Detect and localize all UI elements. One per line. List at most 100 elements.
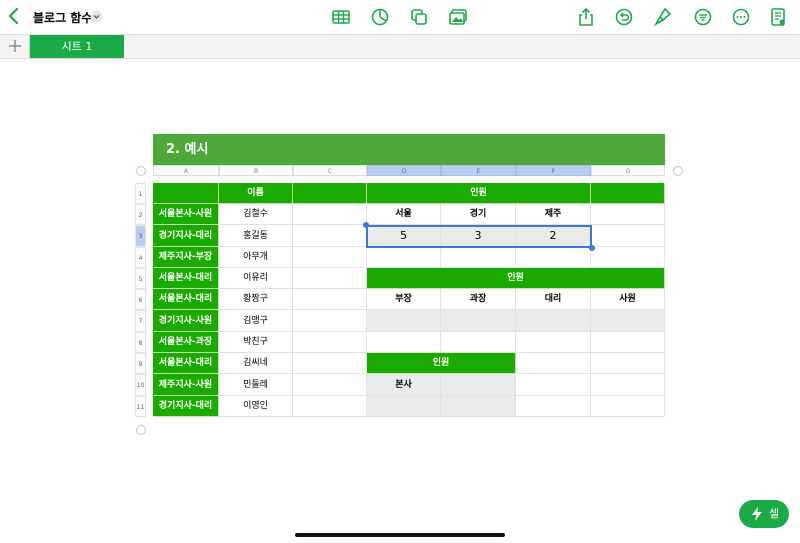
column-header-f[interactable]: F — [516, 165, 591, 176]
row-header-6[interactable]: 6 — [135, 289, 146, 310]
cell-c8[interactable] — [293, 332, 367, 353]
row-header-3[interactable]: 3 — [135, 225, 146, 247]
column-header-c[interactable]: C — [293, 165, 367, 176]
row-header-4[interactable]: 4 — [135, 247, 146, 268]
cell-d3[interactable]: 5 — [367, 225, 441, 247]
row-header-1[interactable]: 1 — [135, 183, 146, 204]
cell-d6[interactable]: 부장 — [367, 289, 441, 310]
cell-g10[interactable] — [591, 374, 665, 396]
cell-e11[interactable] — [441, 396, 516, 417]
cell-d5-merged[interactable]: 인원 — [367, 268, 665, 289]
cell-g3[interactable] — [591, 225, 665, 247]
table-icon[interactable] — [331, 7, 351, 27]
cell-f3[interactable]: 2 — [516, 225, 591, 247]
share-icon[interactable] — [576, 7, 596, 27]
cell-g6[interactable]: 사원 — [591, 289, 665, 310]
undo-icon[interactable] — [614, 7, 634, 27]
cell-b1[interactable]: 이름 — [219, 183, 293, 204]
row-header-9[interactable]: 9 — [135, 353, 146, 374]
cell-a3[interactable]: 경기지사-대리 — [153, 225, 219, 247]
cell-g7[interactable] — [591, 310, 665, 332]
cell-e2[interactable]: 경기 — [441, 204, 516, 225]
cell-c7[interactable] — [293, 310, 367, 332]
cell-c11[interactable] — [293, 396, 367, 417]
cell-c10[interactable] — [293, 374, 367, 396]
cell-g2[interactable] — [591, 204, 665, 225]
cell-a2[interactable]: 서울본사-사원 — [153, 204, 219, 225]
cell-e4[interactable] — [441, 247, 516, 268]
cell-d11[interactable] — [367, 396, 441, 417]
cell-d1-merged[interactable]: 인원 — [367, 183, 591, 204]
cell-a9[interactable]: 서울본사-대리 — [153, 353, 219, 374]
cell-b11[interactable]: 이영인 — [219, 396, 293, 417]
cell-b8[interactable]: 박친구 — [219, 332, 293, 353]
table-select-handle[interactable] — [136, 166, 146, 176]
cell-a7[interactable]: 경기지사-사원 — [153, 310, 219, 332]
cell-d8[interactable] — [367, 332, 441, 353]
cell-action-button[interactable]: 셀 — [739, 500, 789, 528]
cell-d2[interactable]: 서울 — [367, 204, 441, 225]
column-header-a[interactable]: A — [153, 165, 219, 176]
chart-icon[interactable] — [370, 7, 390, 27]
cell-b3[interactable]: 홍길동 — [219, 225, 293, 247]
row-header-7[interactable]: 7 — [135, 310, 146, 332]
cell-d7[interactable] — [367, 310, 441, 332]
back-chevron-icon[interactable] — [6, 6, 22, 26]
cell-c1[interactable] — [293, 183, 367, 204]
cell-b9[interactable]: 김씨네 — [219, 353, 293, 374]
column-add-handle[interactable] — [673, 166, 683, 176]
cell-a4[interactable]: 제주지사-부장 — [153, 247, 219, 268]
cell-f10[interactable] — [516, 374, 591, 396]
cell-g1[interactable] — [591, 183, 665, 204]
cell-b6[interactable]: 황짱구 — [219, 289, 293, 310]
cell-c4[interactable] — [293, 247, 367, 268]
column-header-e[interactable]: E — [441, 165, 516, 176]
cell-b4[interactable]: 아무개 — [219, 247, 293, 268]
row-header-10[interactable]: 10 — [135, 374, 146, 396]
add-sheet-plus-icon[interactable] — [7, 38, 23, 54]
cell-f7[interactable] — [516, 310, 591, 332]
table-title[interactable]: 2. 예시 — [153, 134, 665, 165]
document-setup-icon[interactable] — [768, 7, 788, 27]
cell-c6[interactable] — [293, 289, 367, 310]
cell-b2[interactable]: 김철수 — [219, 204, 293, 225]
cell-a6[interactable]: 서울본사-대리 — [153, 289, 219, 310]
cell-e3[interactable]: 3 — [441, 225, 516, 247]
cell-b10[interactable]: 민들레 — [219, 374, 293, 396]
format-brush-icon[interactable] — [653, 7, 673, 27]
row-header-11[interactable]: 11 — [135, 396, 146, 417]
column-header-g[interactable]: G — [591, 165, 665, 176]
cell-e10[interactable] — [441, 374, 516, 396]
cell-f9[interactable] — [516, 353, 591, 374]
cell-f6[interactable]: 대리 — [516, 289, 591, 310]
cell-a10[interactable]: 제주지사-사원 — [153, 374, 219, 396]
cell-c2[interactable] — [293, 204, 367, 225]
shape-icon[interactable] — [409, 7, 429, 27]
row-header-8[interactable]: 8 — [135, 332, 146, 353]
row-header-2[interactable]: 2 — [135, 204, 146, 225]
cell-b7[interactable]: 김맹구 — [219, 310, 293, 332]
cell-a1[interactable] — [153, 183, 219, 204]
cell-f11[interactable] — [516, 396, 591, 417]
row-header-5[interactable]: 5 — [135, 268, 146, 289]
cell-f4[interactable] — [516, 247, 591, 268]
organize-icon[interactable] — [693, 7, 713, 27]
column-header-d[interactable]: D — [367, 165, 441, 176]
row-add-handle[interactable] — [136, 425, 146, 435]
cell-g8[interactable] — [591, 332, 665, 353]
cell-a11[interactable]: 경기지사-대리 — [153, 396, 219, 417]
document-title[interactable]: 블로그 함수 — [33, 9, 92, 26]
title-chevron-down-icon[interactable] — [90, 10, 103, 23]
sheet-tab-1[interactable]: 시트 1 — [30, 35, 124, 58]
cell-g4[interactable] — [591, 247, 665, 268]
cell-d10[interactable]: 본사 — [367, 374, 441, 396]
selection-handle-bottom-right[interactable] — [589, 245, 595, 251]
more-icon[interactable] — [731, 7, 751, 27]
selection-handle-top-left[interactable] — [363, 222, 369, 228]
cell-a5[interactable]: 서울본사-대리 — [153, 268, 219, 289]
cell-c5[interactable] — [293, 268, 367, 289]
cell-e6[interactable]: 과장 — [441, 289, 516, 310]
cell-c9[interactable] — [293, 353, 367, 374]
cell-e7[interactable] — [441, 310, 516, 332]
cell-a8[interactable]: 서울본사-과장 — [153, 332, 219, 353]
